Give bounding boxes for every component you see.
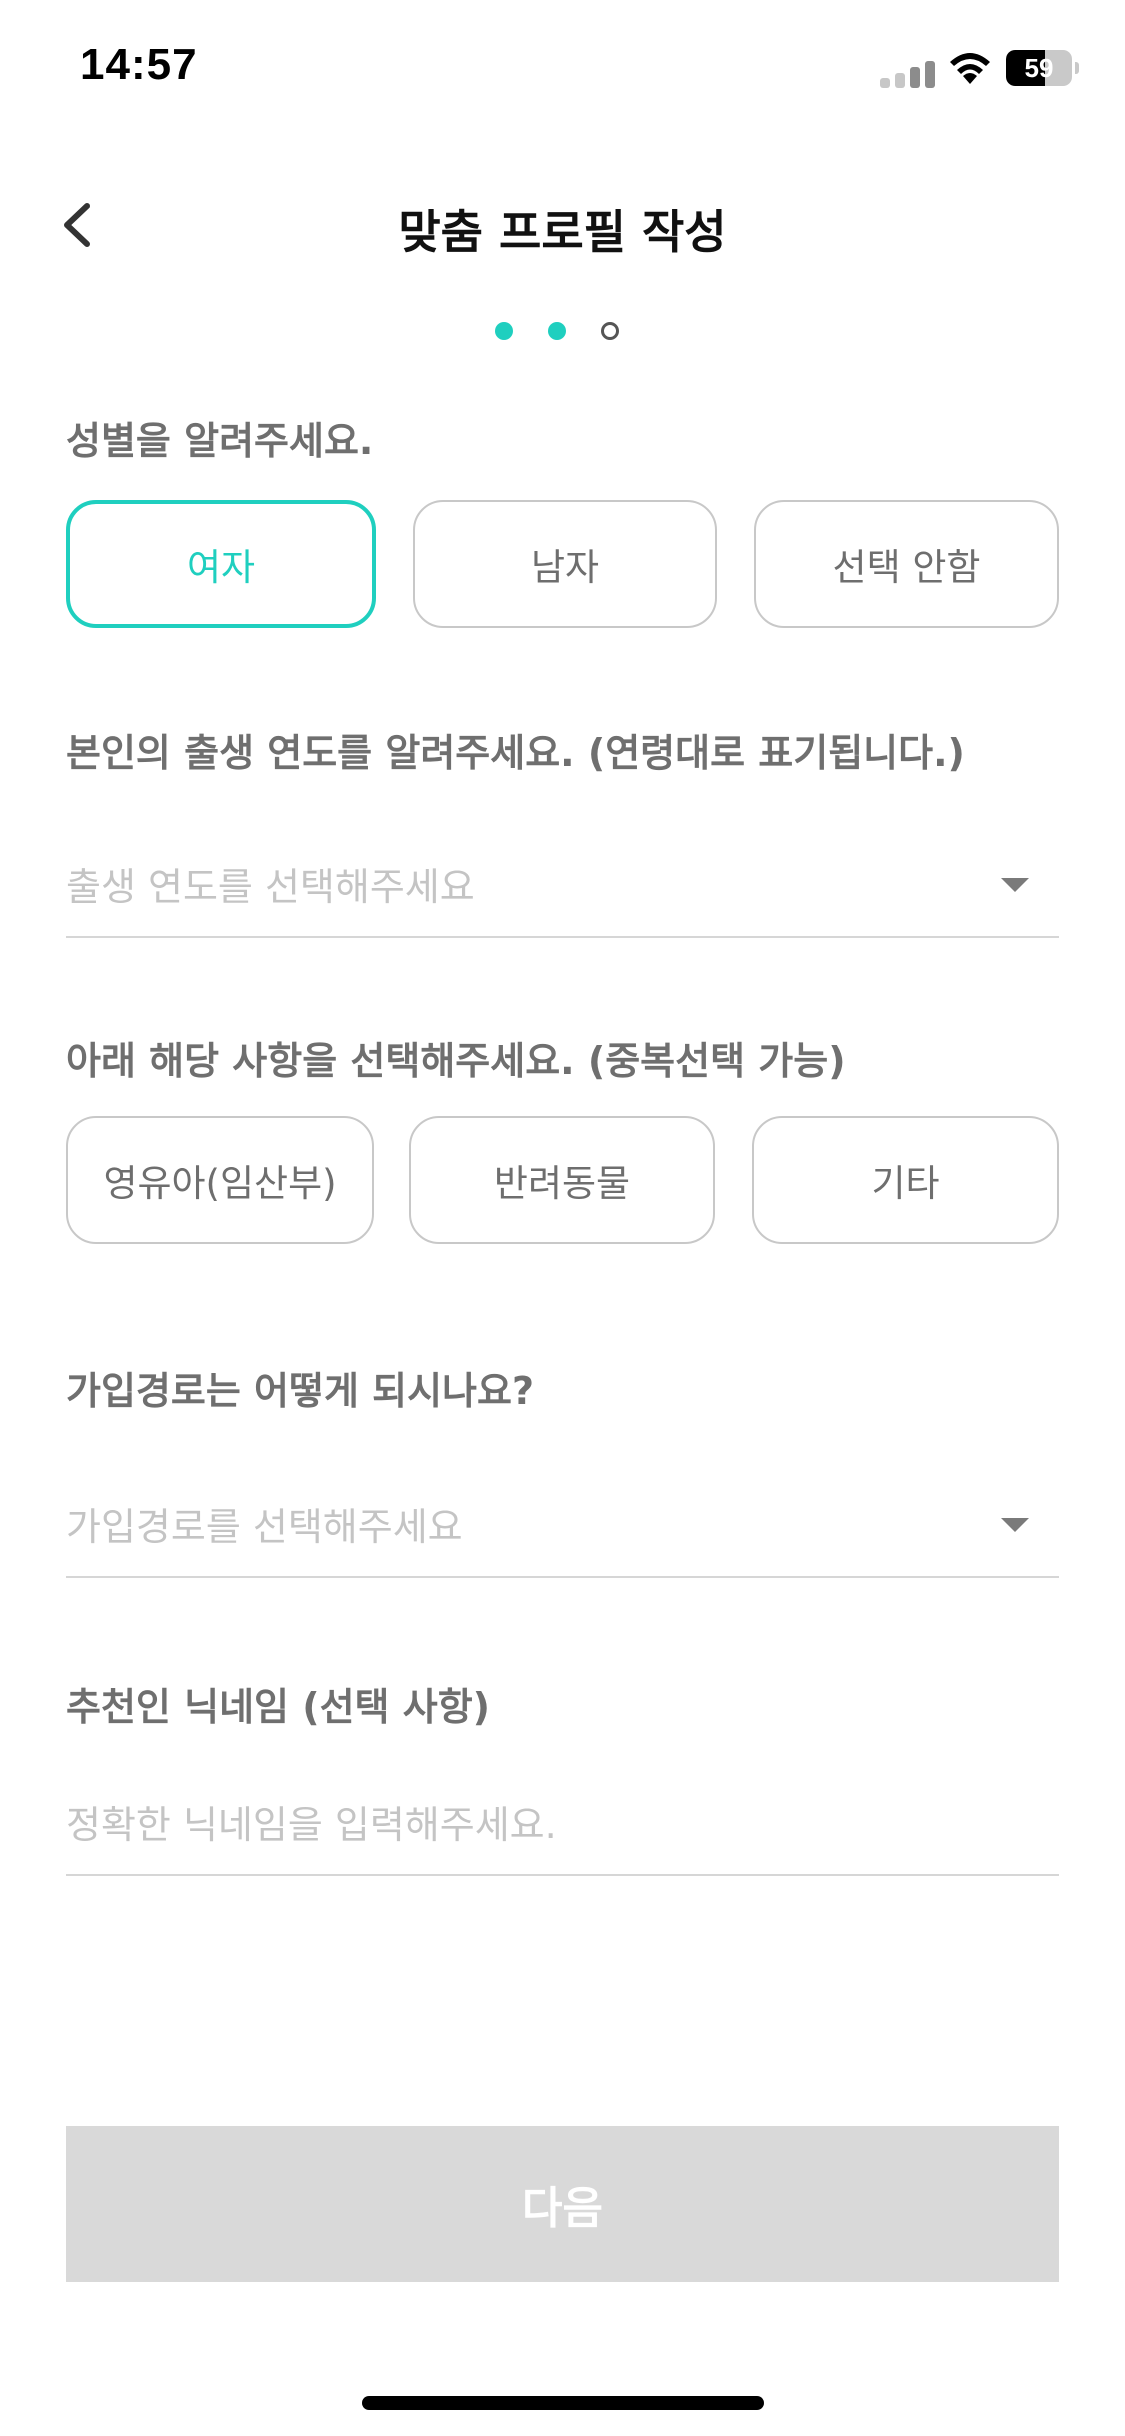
birth-year-label: 본인의 출생 연도를 알려주세요. (연령대로 표기됩니다.) (66, 731, 965, 775)
birth-year-placeholder: 출생 연도를 선택해주세요 (66, 865, 475, 909)
signup-path-select[interactable]: 가입경로를 선택해주세요 (66, 1488, 1059, 1578)
signup-path-label: 가입경로는 어떻게 되시나요? (66, 1369, 535, 1413)
step-indicator (495, 320, 635, 344)
referrer-nickname-input[interactable]: 정확한 닉네임을 입력해주세요. (66, 1786, 1059, 1876)
battery-level-text: 59 (1024, 52, 1054, 83)
attribute-option-infant[interactable]: 영유아(임산부) (66, 1116, 374, 1244)
battery-icon: 59 (1006, 50, 1072, 86)
status-time: 14:57 (80, 40, 198, 89)
home-indicator (362, 2396, 764, 2410)
attribute-option-pet[interactable]: 반려동물 (409, 1116, 715, 1244)
gender-option-male[interactable]: 남자 (413, 500, 717, 628)
battery-cap (1075, 62, 1079, 74)
gender-label: 성별을 알려주세요. (66, 419, 374, 463)
referrer-nickname-placeholder: 정확한 닉네임을 입력해주세요. (66, 1803, 557, 1847)
dropdown-arrow-icon (1001, 878, 1029, 892)
step-dot-2 (548, 322, 566, 340)
attribute-option-other[interactable]: 기타 (752, 1116, 1059, 1244)
cellular-signal-icon (880, 58, 936, 88)
gender-option-female[interactable]: 여자 (66, 500, 376, 628)
signup-path-placeholder: 가입경로를 선택해주세요 (66, 1505, 463, 1549)
birth-year-select[interactable]: 출생 연도를 선택해주세요 (66, 848, 1059, 938)
dropdown-arrow-icon (1001, 1518, 1029, 1532)
referrer-label: 추천인 닉네임 (선택 사항) (66, 1685, 491, 1729)
attributes-label: 아래 해당 사항을 선택해주세요. (중복선택 가능) (66, 1039, 846, 1083)
step-dot-1 (495, 322, 513, 340)
gender-option-none[interactable]: 선택 안함 (754, 500, 1059, 628)
page-title: 맞춤 프로필 작성 (398, 205, 727, 259)
wifi-icon (950, 53, 990, 84)
step-dot-3 (601, 322, 619, 340)
next-button[interactable]: 다음 (66, 2126, 1059, 2282)
status-bar: 14:57 59 (0, 0, 1125, 140)
